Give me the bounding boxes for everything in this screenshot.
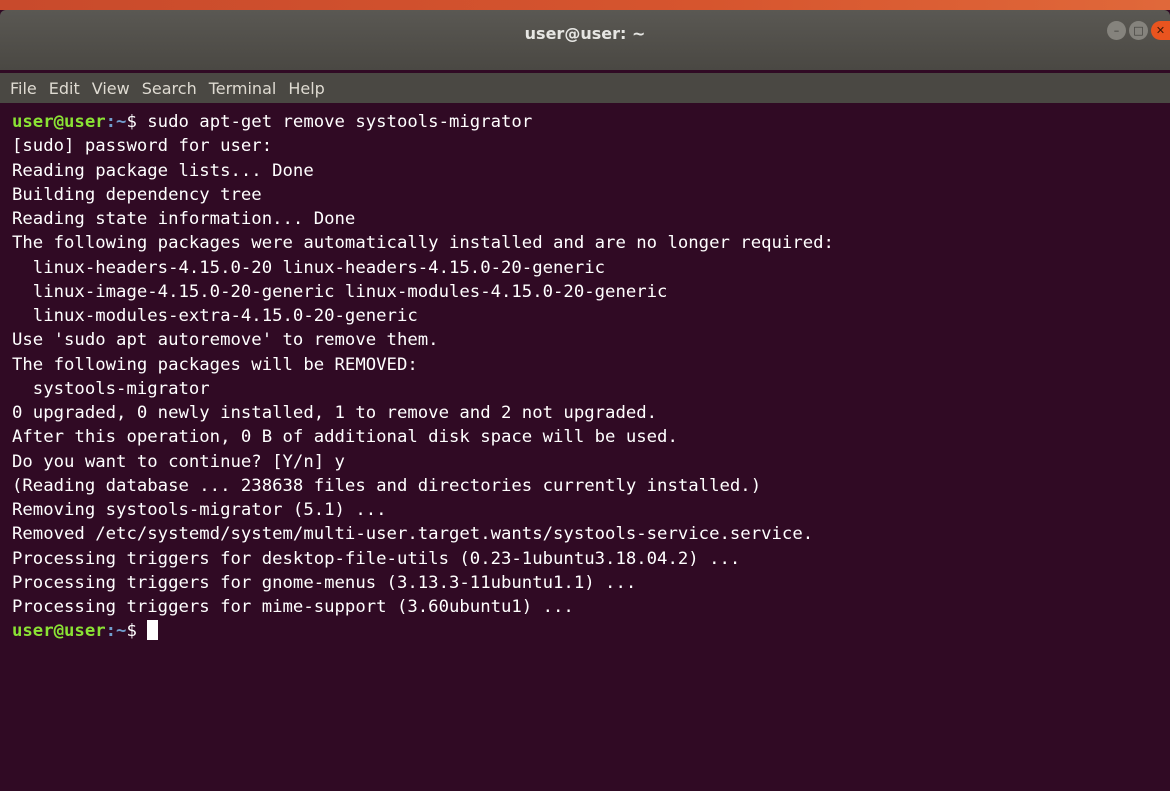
output-line: Processing triggers for desktop-file-uti… [12, 548, 741, 569]
output-line: linux-headers-4.15.0-20 linux-headers-4.… [12, 257, 606, 278]
command-text: sudo apt-get remove systools-migrator [136, 112, 533, 132]
text-cursor [146, 620, 158, 641]
close-button[interactable]: ✕ [1151, 21, 1170, 40]
terminal-output-area[interactable]: user@user:~$ sudo apt-get remove systool… [0, 110, 1170, 791]
output-line: [sudo] password for user: [12, 136, 273, 157]
prompt-symbol: $ [126, 112, 137, 132]
output-line: (Reading database ... 238638 files and d… [12, 475, 762, 496]
prompt-path: :~ [105, 112, 127, 132]
prompt-symbol: $ [126, 621, 137, 642]
output-line: linux-modules-extra-4.15.0-20-generic [12, 306, 418, 326]
title-bar[interactable]: user@user: ~ – □ ✕ [0, 10, 1170, 70]
output-line: 0 upgraded, 0 newly installed, 1 to remo… [12, 403, 658, 423]
current-prompt-line[interactable]: user@user:~$ [12, 619, 1170, 643]
output-line: Building dependency tree [12, 184, 262, 205]
output-line: The following packages were automaticall… [12, 233, 834, 254]
close-icon: ✕ [1155, 24, 1166, 37]
menu-view[interactable]: View [86, 79, 136, 98]
output-line: Processing triggers for mime-support (3.… [12, 597, 574, 617]
maximize-button[interactable]: □ [1129, 21, 1148, 40]
output-line: Processing triggers for gnome-menus (3.1… [12, 572, 637, 593]
output-line: systools-migrator [12, 378, 210, 399]
output-line: Removed /etc/systemd/system/multi-user.t… [12, 524, 814, 545]
menu-file[interactable]: File [0, 79, 43, 98]
window-title: user@user: ~ [524, 24, 646, 43]
minimize-button[interactable]: – [1107, 21, 1126, 40]
command-line: user@user:~$ sudo apt-get remove systool… [12, 110, 1170, 134]
prompt-user: user@user [12, 112, 106, 132]
output-line: linux-image-4.15.0-20-generic linux-modu… [12, 281, 668, 302]
output-line: Removing systools-migrator (5.1) ... [12, 500, 387, 520]
menu-bar: File Edit View Search Terminal Help [0, 73, 1170, 103]
menu-edit[interactable]: Edit [43, 79, 86, 98]
output-line: After this operation, 0 B of additional … [12, 427, 678, 448]
desktop-background [0, 0, 1170, 10]
output-line: Reading state information... Done [12, 209, 356, 229]
output-line: Reading package lists... Done [12, 160, 314, 181]
minimize-icon: – [1113, 24, 1120, 37]
menu-terminal[interactable]: Terminal [203, 79, 283, 98]
output-line: Do you want to continue? [Y/n] y [12, 451, 345, 472]
prompt-path: :~ [105, 621, 127, 642]
menu-search[interactable]: Search [136, 79, 203, 98]
terminal-window: user@user: ~ – □ ✕ File Edit View Search… [0, 0, 1170, 791]
prompt-user: user@user [12, 621, 106, 642]
output-line: The following packages will be REMOVED: [12, 354, 418, 375]
window-controls: – □ ✕ [1107, 21, 1170, 40]
output-line: Use 'sudo apt autoremove' to remove them… [12, 330, 439, 351]
menu-help[interactable]: Help [282, 79, 330, 98]
maximize-icon: □ [1133, 24, 1144, 37]
